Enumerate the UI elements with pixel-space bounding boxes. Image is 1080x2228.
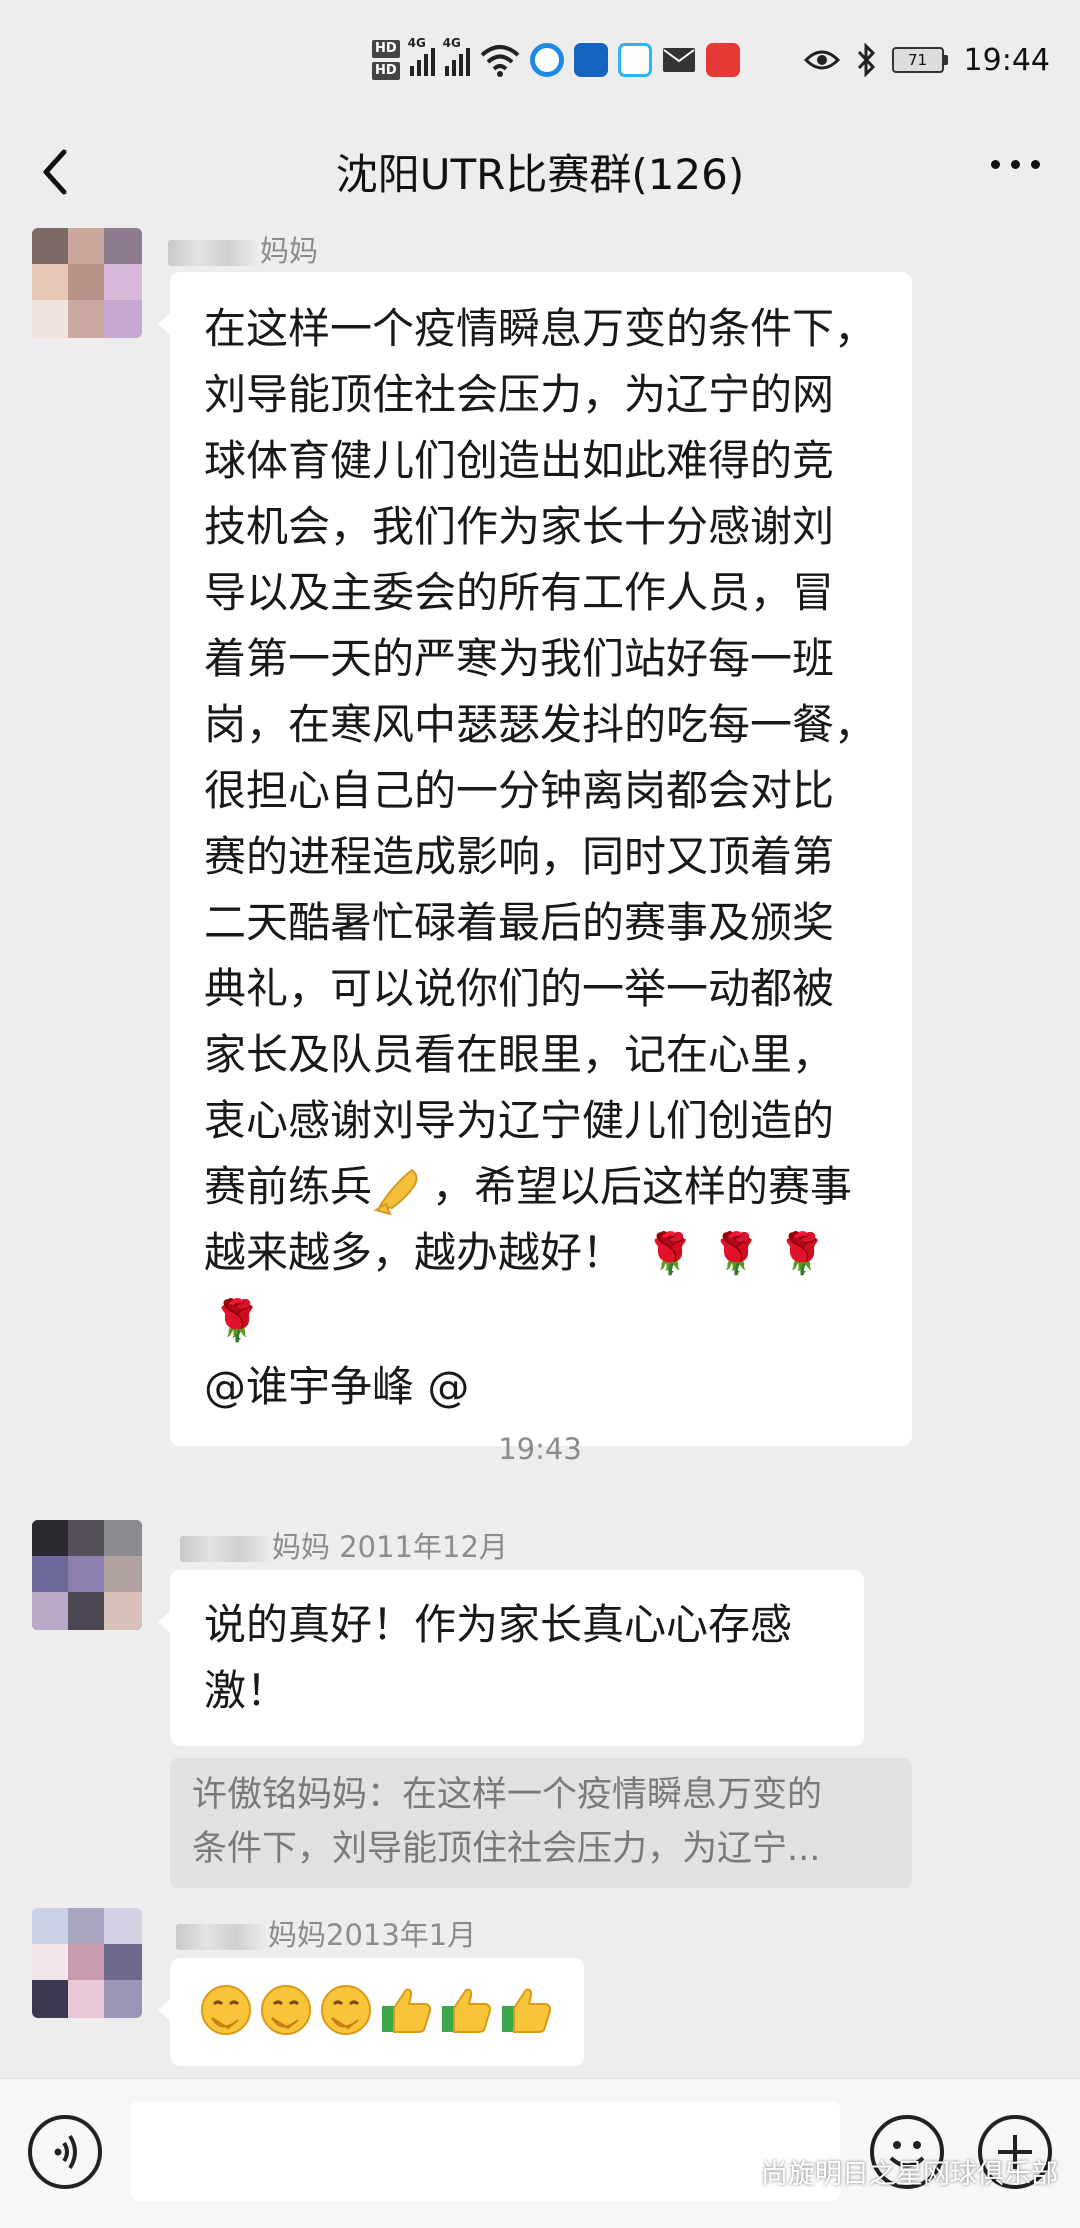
thumbs-up-emoji-icon xyxy=(442,1988,491,2033)
message-line: 越来越多，越办越好！ 🌹 🌹 🌹 🌹 xyxy=(204,1220,882,1354)
rose-emoji-icon: 🌹 xyxy=(645,1231,696,1277)
clasped-hands-emoji-icon xyxy=(373,1168,418,1216)
blurred-name xyxy=(176,1924,266,1950)
sender-name-suffix: 妈妈2013年1月 xyxy=(268,1918,477,1952)
quoted-message[interactable]: 许傲铭妈妈：在这样一个疫情瞬息万变的 条件下，刘导能顶住社会压力，为辽宁... xyxy=(170,1758,912,1888)
message-line: 在这样一个疫情瞬息万变的条件下， xyxy=(204,304,877,353)
chat-title: 沈阳UTR比赛群(126) xyxy=(335,150,745,199)
bluetooth-icon xyxy=(857,43,875,77)
message-line: 球体育健儿们创造出如此难得的竞 xyxy=(204,436,835,485)
message-line: 着第一天的严寒为我们站好每一班 xyxy=(204,634,835,683)
signal-icon: 4G xyxy=(408,36,435,76)
wifi-icon xyxy=(480,45,519,77)
sender-name: 妈妈2013年1月 xyxy=(176,1912,476,1954)
blurred-name xyxy=(180,1536,270,1562)
message-line: 赛前练兵 ，希望以后这样的赛事 xyxy=(204,1154,882,1220)
app-icon xyxy=(529,43,564,77)
message-line: 说的真好！作为家长真心心存感 xyxy=(204,1600,793,1649)
message-bubble[interactable] xyxy=(158,1958,584,2066)
huawei-app-icon xyxy=(705,43,740,77)
quote-line: 条件下，刘导能顶住社会压力，为辽宁... xyxy=(192,1829,821,1869)
sender-name-suffix: 妈妈 2011年12月 xyxy=(272,1530,508,1564)
message-line: 激！ xyxy=(204,1666,289,1715)
thumbs-up-emoji-icon xyxy=(502,1988,551,2033)
smiling-face-with-hand-emoji-icon xyxy=(261,1985,311,2035)
chat-header: 沈阳UTR比赛群(126) xyxy=(0,120,1080,230)
hd-label: HD xyxy=(372,40,400,58)
status-bar: HD HD 4G 4G 71 19:44 xyxy=(0,0,1080,120)
message-text: ，希望以后这样的赛事 xyxy=(432,1162,853,1211)
sender-name: 妈妈 2011年12月 xyxy=(180,1524,508,1566)
eye-icon xyxy=(803,50,840,70)
mail-icon xyxy=(662,48,695,72)
hongmeng-app-icon xyxy=(573,43,608,77)
message-bubble[interactable]: 说的真好！作为家长真心心存感 激！ xyxy=(158,1570,864,1746)
message-text: 越来越多，越办越好！ xyxy=(204,1228,625,1277)
sender-name-suffix: 妈妈 xyxy=(260,234,319,268)
status-right-icons: 71 19:44 xyxy=(803,38,1050,82)
message-line: 很担心自己的一分钟离岗都会对比 xyxy=(204,766,835,815)
hd-label: HD xyxy=(372,62,400,80)
emoji-row xyxy=(198,1982,564,2038)
timestamp: 19:43 xyxy=(498,1432,582,1466)
signal-icon: 4G xyxy=(443,36,470,76)
smiling-face-with-hand-emoji-icon xyxy=(321,1985,371,2035)
smiling-face-with-hand-emoji-icon xyxy=(201,1985,251,2035)
message-line: 导以及主委会的所有工作人员，冒 xyxy=(204,568,835,617)
rose-emoji-icon: 🌹 xyxy=(777,1231,827,1277)
blurred-name xyxy=(168,240,258,266)
sender-name: 妈妈 xyxy=(168,228,318,270)
cloud-app-icon xyxy=(617,43,652,77)
voice-icon xyxy=(54,2134,77,2170)
battery-icon: 71 xyxy=(891,47,948,73)
thumbs-up-emoji-icon xyxy=(382,1988,431,2033)
network-type: 4G xyxy=(407,36,426,50)
wechat-logo-icon xyxy=(713,2158,753,2186)
watermark-text: 尚旋明日之星网球俱乐部 xyxy=(761,2159,1058,2190)
avatar[interactable] xyxy=(32,1520,142,1630)
message-line: 技机会，我们作为家长十分感谢刘 xyxy=(204,502,835,551)
message-line: 典礼，可以说你们的一举一动都被 xyxy=(204,964,835,1013)
message-line: 衷心感谢刘导为辽宁健儿们创造的 xyxy=(204,1096,835,1145)
hd-indicator: HD HD xyxy=(372,40,400,80)
voice-input-button[interactable] xyxy=(28,2115,102,2189)
message-bubble[interactable]: 在这样一个疫情瞬息万变的条件下， 刘导能顶住社会压力，为辽宁的网 球体育健儿们创… xyxy=(158,272,912,1446)
rose-emoji-icon: 🌹 xyxy=(212,1298,262,1344)
rose-emoji-icon: 🌹 xyxy=(711,1231,761,1277)
status-time: 19:44 xyxy=(963,42,1050,78)
avatar[interactable] xyxy=(32,228,142,338)
avatar[interactable] xyxy=(32,1908,142,2018)
message-text: 赛前练兵 xyxy=(204,1162,373,1211)
more-options-icon[interactable] xyxy=(991,160,1040,169)
status-left-icons: HD HD 4G 4G xyxy=(372,30,740,90)
message-line: 家长及队员看在眼里，记在心里， xyxy=(204,1030,835,1079)
message-line: 二天酷暑忙碌着最后的赛事及颁奖 xyxy=(204,898,835,947)
watermark: 尚旋明日之星网球俱乐部 xyxy=(713,2152,1058,2191)
quote-line: 许傲铭妈妈：在这样一个疫情瞬息万变的 xyxy=(192,1775,823,1815)
network-type: 4G xyxy=(442,36,461,50)
battery-level: 71 xyxy=(891,47,944,73)
message-line: 赛的进程造成影响，同时又顶着第 xyxy=(204,832,835,881)
message-line: @谁宇争峰 @ xyxy=(204,1362,470,1411)
message-line: 刘导能顶住社会压力，为辽宁的网 xyxy=(204,370,835,419)
message-line: 岗，在寒风中瑟瑟发抖的吃每一餐， xyxy=(204,700,877,749)
